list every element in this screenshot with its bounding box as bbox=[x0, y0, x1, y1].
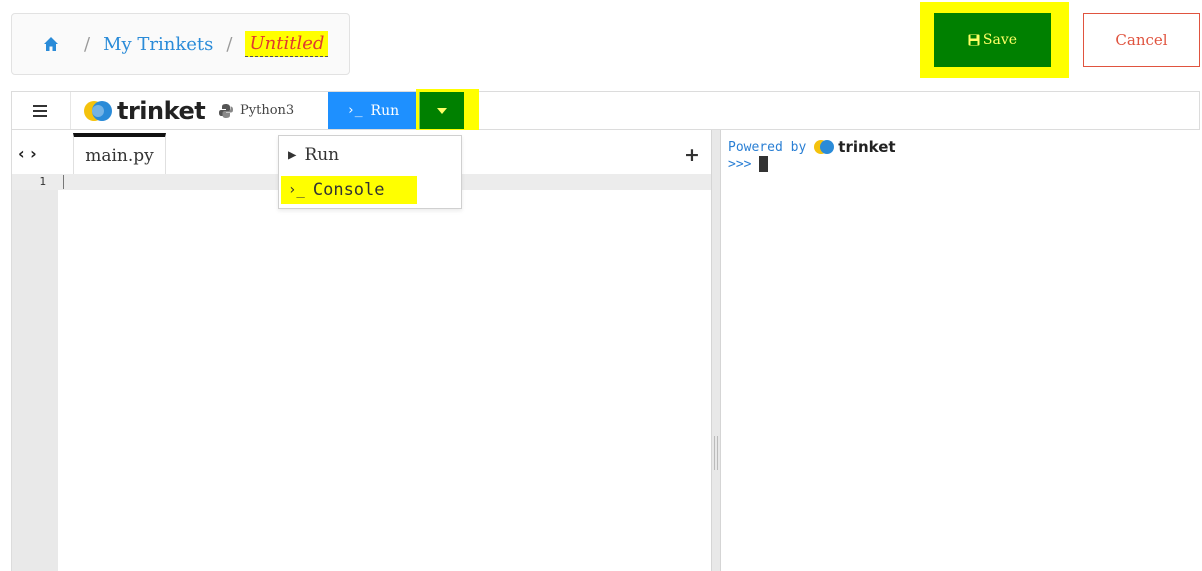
code-toggle-icon[interactable]: ‹ › bbox=[18, 144, 37, 163]
floppy-disk-icon bbox=[968, 34, 980, 46]
powered-by-label: Powered by bbox=[728, 139, 807, 155]
trinket-logo[interactable]: trinket bbox=[70, 92, 206, 129]
run-button[interactable]: ›_ Run bbox=[328, 92, 418, 129]
cancel-button[interactable]: Cancel bbox=[1083, 13, 1200, 67]
terminal-prompt-icon: ›_ bbox=[346, 103, 363, 118]
run-options-menu: ▶ Run ›_ Console bbox=[278, 135, 462, 209]
language-indicator: Python3 bbox=[218, 92, 294, 129]
menu-item-console-label: Console bbox=[312, 180, 385, 200]
hamburger-icon[interactable] bbox=[15, 92, 65, 129]
brand-name: trinket bbox=[117, 96, 206, 125]
caret-down-icon bbox=[437, 107, 447, 114]
terminal-cursor bbox=[759, 156, 769, 172]
console-output[interactable]: Powered by trinket >>> bbox=[722, 130, 1200, 571]
pane-splitter[interactable] bbox=[711, 130, 721, 571]
breadcrumb-separator: / bbox=[84, 33, 91, 55]
breadcrumb-separator: / bbox=[226, 33, 233, 55]
menu-item-run[interactable]: ▶ Run bbox=[279, 138, 461, 172]
my-trinkets-link[interactable]: My Trinkets bbox=[103, 34, 213, 55]
run-label: Run bbox=[370, 102, 400, 119]
save-label: Save bbox=[982, 32, 1018, 48]
trinket-logo-icon bbox=[814, 140, 835, 154]
powered-by-brand: trinket bbox=[838, 138, 896, 156]
python-icon bbox=[219, 103, 233, 118]
language-label: Python3 bbox=[240, 103, 295, 118]
breadcrumb: / My Trinkets / Untitled bbox=[11, 13, 350, 75]
menu-item-console[interactable]: ›_ Console bbox=[279, 173, 461, 207]
home-icon[interactable] bbox=[43, 36, 59, 52]
run-options-dropdown-button[interactable] bbox=[419, 92, 464, 129]
editor-toolbar: trinket Python3 ›_ Run bbox=[11, 89, 1200, 134]
console-prompt: >>> bbox=[728, 156, 752, 172]
text-cursor bbox=[63, 175, 64, 189]
file-tab-label: main.py bbox=[85, 145, 154, 166]
terminal-prompt-icon: ›_ bbox=[288, 182, 305, 198]
save-button[interactable]: Save bbox=[934, 13, 1051, 67]
trinket-title[interactable]: Untitled bbox=[245, 31, 329, 57]
cancel-label: Cancel bbox=[1115, 31, 1168, 49]
trinket-logo-icon bbox=[84, 100, 112, 121]
file-tab-main[interactable]: main.py bbox=[73, 133, 166, 174]
powered-by: Powered by trinket bbox=[728, 138, 896, 156]
line-gutter bbox=[12, 174, 58, 571]
splitter-grip-icon[interactable] bbox=[714, 436, 718, 470]
play-icon: ▶ bbox=[288, 147, 297, 163]
menu-item-run-label: Run bbox=[304, 145, 340, 165]
line-number: 1 bbox=[39, 175, 46, 188]
console-prompt-line[interactable]: >>> bbox=[728, 156, 769, 172]
add-file-icon[interactable]: + bbox=[684, 144, 700, 166]
